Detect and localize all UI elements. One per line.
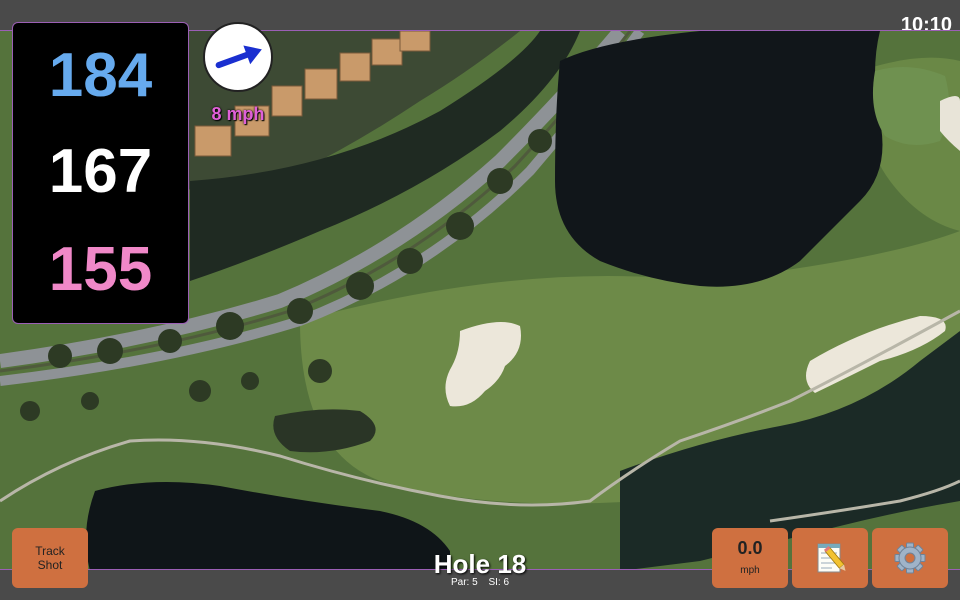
hole-info: Par: 5 SI: 6: [380, 577, 580, 588]
distance-panel: 184 167 155: [12, 22, 189, 324]
back-distance: 184: [48, 41, 153, 110]
notepad-icon: [817, 543, 846, 573]
speed-unit: mph: [740, 565, 760, 576]
speed-button[interactable]: 0.0 mph: [712, 528, 788, 588]
wind-indicator: [203, 22, 273, 92]
track-shot-button[interactable]: Track Shot: [12, 528, 88, 588]
notes-button[interactable]: [792, 528, 868, 588]
stroke-index: SI: 6: [488, 577, 510, 588]
wind-speed: 8 mph: [211, 104, 265, 124]
track-shot-label-line2: Shot: [37, 558, 63, 572]
track-shot-label-line1: Track: [35, 544, 65, 558]
gear-icon: [894, 542, 926, 574]
settings-button[interactable]: [872, 528, 948, 588]
middle-distance: 167: [48, 137, 153, 206]
hole-title: Hole 18: [433, 549, 527, 579]
wind-arrow-icon: [215, 45, 262, 69]
front-distance: 155: [48, 235, 153, 304]
par-value: Par: 5: [450, 577, 478, 588]
speed-value: 0.0: [737, 538, 763, 558]
